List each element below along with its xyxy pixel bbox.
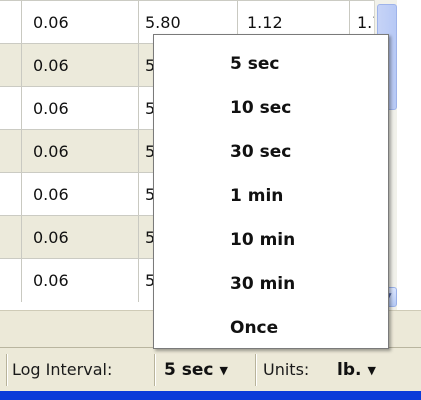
table-cell[interactable]: 0.06 <box>22 44 139 87</box>
log-interval-label: Log Interval: <box>12 360 113 379</box>
row-header[interactable] <box>0 1 22 44</box>
status-divider <box>255 354 256 386</box>
menu-item[interactable]: 5 sec <box>230 54 380 84</box>
row-header[interactable] <box>0 130 22 173</box>
row-header[interactable] <box>0 216 22 259</box>
table-cell[interactable]: 0.06 <box>22 87 139 130</box>
menu-item[interactable]: 30 sec <box>230 142 380 172</box>
window-bottom-edge <box>0 391 421 400</box>
menu-item[interactable]: 1 min <box>230 186 380 216</box>
row-header[interactable] <box>0 259 22 302</box>
chevron-down-icon: ▼ <box>367 364 376 377</box>
table-cell[interactable]: 0.06 <box>22 173 139 216</box>
row-header[interactable] <box>0 44 22 87</box>
status-divider <box>6 354 7 386</box>
row-header[interactable] <box>0 173 22 216</box>
menu-item[interactable]: 10 min <box>230 230 380 260</box>
table-cell[interactable]: 0.06 <box>22 130 139 173</box>
menu-item[interactable]: Once <box>230 318 380 348</box>
menu-item[interactable]: 10 sec <box>230 98 380 128</box>
units-label: Units: <box>263 360 310 379</box>
log-interval-menu: 5 sec 10 sec 30 sec 1 min 10 min 30 min … <box>153 34 389 349</box>
status-divider <box>154 354 155 386</box>
units-dropdown[interactable]: lb. ▼ <box>337 357 376 383</box>
table-cell[interactable]: 0.06 <box>22 259 139 302</box>
table-cell[interactable]: 0.06 <box>22 216 139 259</box>
table-cell[interactable]: 0.06 <box>22 1 139 44</box>
status-bar: Log Interval: 5 sec ▼ Units: lb. ▼ <box>0 347 421 392</box>
row-header[interactable] <box>0 87 22 130</box>
units-value: lb. <box>337 360 362 380</box>
log-interval-dropdown[interactable]: 5 sec ▼ <box>164 357 228 383</box>
log-interval-value: 5 sec <box>164 360 214 380</box>
chevron-down-icon: ▼ <box>219 364 228 377</box>
menu-item[interactable]: 30 min <box>230 274 380 304</box>
